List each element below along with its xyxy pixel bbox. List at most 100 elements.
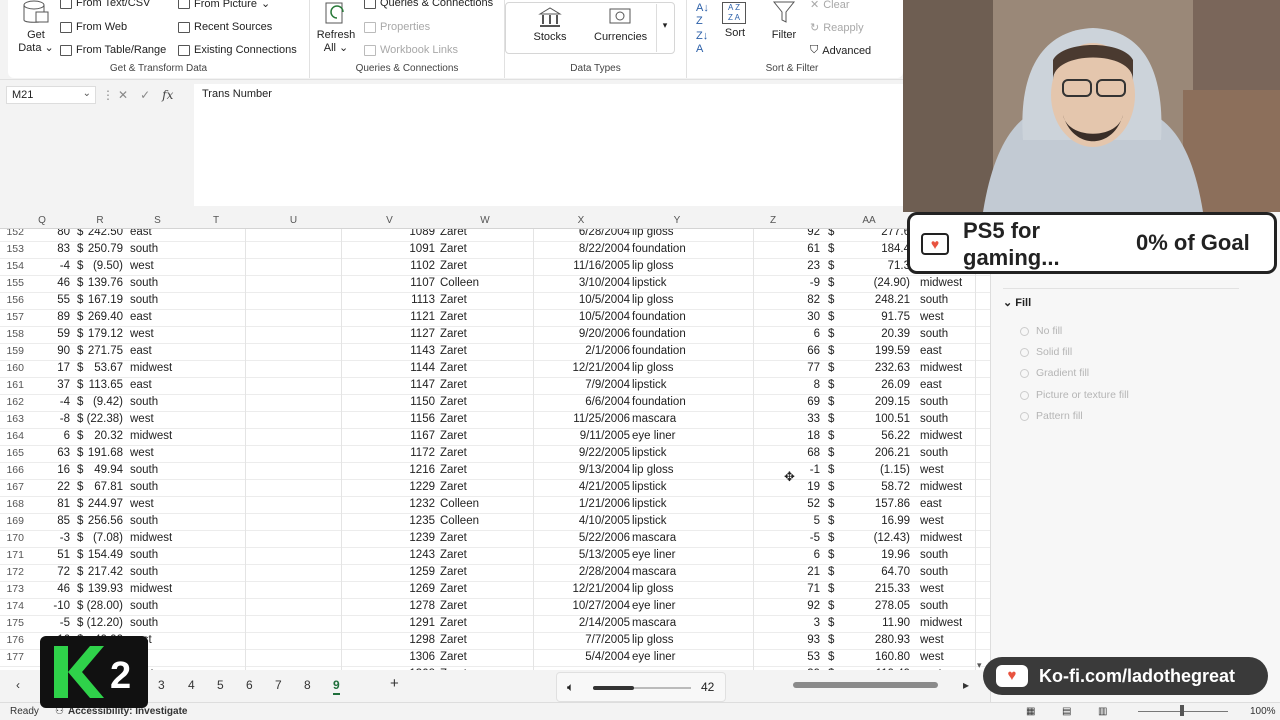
cell-aa[interactable]: 20.39	[835, 328, 910, 340]
cell-w[interactable]: Colleen	[440, 277, 479, 289]
col-header-aa[interactable]: AA	[821, 215, 917, 226]
cell-z[interactable]: 93	[775, 634, 820, 646]
clear-filter-button[interactable]: ✕ Clear	[810, 0, 850, 11]
cell-y[interactable]: lipstick	[632, 515, 667, 527]
cell-s[interactable]: midwest	[130, 430, 172, 442]
cell-q[interactable]: 22	[30, 481, 70, 493]
cell-q[interactable]: 89	[30, 311, 70, 323]
cell-z[interactable]: 18	[775, 430, 820, 442]
sheet-tab-7[interactable]: 7	[275, 678, 282, 692]
cell-y[interactable]: lip gloss	[632, 362, 674, 374]
cell-z[interactable]: 8	[775, 379, 820, 391]
cell-v[interactable]: 1156	[395, 413, 435, 425]
cell-w[interactable]: Zaret	[440, 229, 467, 238]
cell-x[interactable]: 10/5/2004	[540, 311, 630, 323]
cell-z[interactable]: 69	[775, 396, 820, 408]
cell-q[interactable]: 83	[30, 243, 70, 255]
cell-x[interactable]: 4/10/2005	[540, 515, 630, 527]
cell-q[interactable]: 37	[30, 379, 70, 391]
cell-s[interactable]: midwest	[130, 362, 172, 374]
cell-r[interactable]: 271.75	[84, 345, 123, 357]
row-number[interactable]: 152	[0, 229, 24, 238]
cell-aa[interactable]: 209.15	[835, 396, 910, 408]
cell-ab[interactable]: west	[920, 651, 944, 663]
cell-q[interactable]: 63	[30, 447, 70, 459]
cell-v[interactable]: 1089	[395, 229, 435, 238]
cell-q[interactable]: 6	[30, 430, 70, 442]
cell-s[interactable]: west	[130, 260, 154, 272]
cell-y[interactable]: eye liner	[632, 430, 675, 442]
cell-y[interactable]: foundation	[632, 328, 686, 340]
cell-q[interactable]: 46	[30, 277, 70, 289]
cell-w[interactable]: Zaret	[440, 362, 467, 374]
row-number[interactable]: 163	[0, 413, 24, 425]
cell-s[interactable]: east	[130, 345, 152, 357]
cell-y[interactable]: foundation	[632, 311, 686, 323]
cell-v[interactable]: 1235	[395, 515, 435, 527]
cell-x[interactable]: 8/22/2004	[540, 243, 630, 255]
cell-q[interactable]: 85	[30, 515, 70, 527]
cell-ab[interactable]: midwest	[920, 532, 962, 544]
fill-option-gradient[interactable]: Gradient fill	[1020, 367, 1089, 379]
cell-aa[interactable]: (24.90)	[835, 277, 910, 289]
sort-button[interactable]: A ZZ A Sort	[722, 2, 748, 39]
fill-option-picture[interactable]: Picture or texture fill	[1020, 389, 1129, 401]
cell-w[interactable]: Zaret	[440, 464, 467, 476]
cell-q[interactable]: 51	[30, 549, 70, 561]
cell-z[interactable]: 21	[775, 566, 820, 578]
cell-w[interactable]: Zaret	[440, 481, 467, 493]
row-number[interactable]: 155	[0, 277, 24, 289]
cell-x[interactable]: 7/7/2005	[540, 634, 630, 646]
cell-ab[interactable]: west	[920, 634, 944, 646]
cell-w[interactable]: Zaret	[440, 345, 467, 357]
cell-s[interactable]: south	[130, 549, 158, 561]
cell-z[interactable]: 19	[775, 481, 820, 493]
cell-ab[interactable]: midwest	[920, 277, 962, 289]
cell-y[interactable]: mascara	[632, 566, 676, 578]
properties-button[interactable]: Properties	[364, 21, 430, 33]
cell-v[interactable]: 1232	[395, 498, 435, 510]
cell-w[interactable]: Zaret	[440, 430, 467, 442]
cell-v[interactable]: 1172	[395, 447, 435, 459]
cell-aa[interactable]: 58.72	[835, 481, 910, 493]
table-row[interactable]: 157 89 269.40 east 1121 Zaret 10/5/2004 foundat…	[0, 309, 990, 326]
cell-y[interactable]: mascara	[632, 532, 676, 544]
cell-w[interactable]: Zaret	[440, 583, 467, 595]
cell-w[interactable]: Zaret	[440, 260, 467, 272]
cell-aa[interactable]: 199.59	[835, 345, 910, 357]
table-row[interactable]: 155 46 139.76 south 1107 Colleen 3/10/2004 lips…	[0, 275, 990, 292]
cell-y[interactable]: mascara	[632, 617, 676, 629]
cell-x[interactable]: 9/11/2005	[540, 430, 630, 442]
from-text-csv-button[interactable]: From Text/CSV	[60, 0, 150, 9]
cell-y[interactable]: lip gloss	[632, 229, 674, 238]
cell-ab[interactable]: east	[920, 345, 942, 357]
col-header-t[interactable]: T	[186, 215, 246, 226]
cell-x[interactable]: 5/22/2006	[540, 532, 630, 544]
cancel-icon[interactable]: ✕	[118, 88, 128, 102]
row-number[interactable]: 157	[0, 311, 24, 323]
volume-fill[interactable]	[593, 686, 634, 690]
table-row[interactable]: 174 -10 (28.00) south 1278 Zaret 10/27/2004 eye…	[0, 598, 990, 615]
cell-aa[interactable]: 184.4	[835, 243, 910, 255]
existing-connections-button[interactable]: Existing Connections	[178, 44, 297, 56]
advanced-filter-button[interactable]: ⛉ Advanced	[810, 44, 871, 57]
cell-x[interactable]: 10/5/2004	[540, 294, 630, 306]
col-header-z[interactable]: Z	[725, 215, 821, 226]
cell-aa[interactable]: 248.21	[835, 294, 910, 306]
cell-q[interactable]: 90	[30, 345, 70, 357]
cell-z[interactable]: 6	[775, 549, 820, 561]
name-box[interactable]: M21 ⌄	[6, 86, 96, 104]
sheet-tab-4[interactable]: 4	[188, 678, 195, 692]
cell-w[interactable]: Colleen	[440, 498, 479, 510]
cell-q[interactable]: 80	[30, 229, 70, 238]
cell-s[interactable]: west	[130, 328, 154, 340]
row-number[interactable]: 171	[0, 549, 24, 561]
cell-r[interactable]: 256.56	[84, 515, 123, 527]
cell-y[interactable]: lipstick	[632, 277, 667, 289]
cell-v[interactable]: 1259	[395, 566, 435, 578]
cell-q[interactable]: 55	[30, 294, 70, 306]
cell-q[interactable]: 17	[30, 362, 70, 374]
cell-v[interactable]: 1278	[395, 600, 435, 612]
cell-ab[interactable]: west	[920, 311, 944, 323]
cell-v[interactable]: 1102	[395, 260, 435, 272]
